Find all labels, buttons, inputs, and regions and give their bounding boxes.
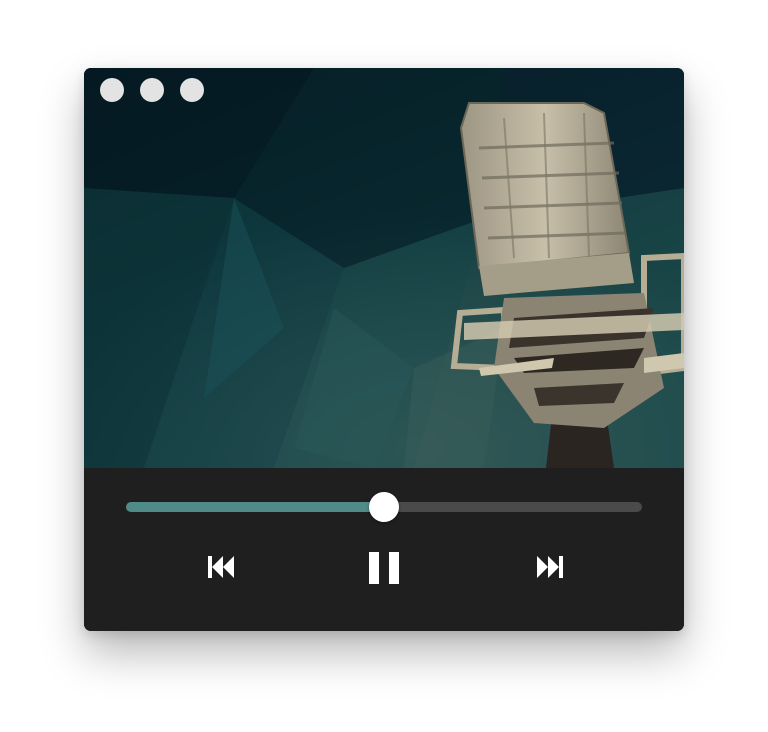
progress-played	[126, 502, 384, 512]
album-artwork	[84, 68, 684, 468]
music-player-window	[84, 68, 684, 631]
progress-thumb[interactable]	[369, 492, 399, 522]
pause-icon	[369, 552, 399, 584]
pause-button[interactable]	[368, 550, 400, 586]
microphone-artwork	[84, 68, 684, 468]
maximize-window-dot[interactable]	[180, 78, 204, 102]
skip-next-icon	[537, 556, 563, 578]
window-controls	[100, 78, 204, 102]
minimize-window-dot[interactable]	[140, 78, 164, 102]
playback-controls	[84, 468, 684, 631]
previous-track-button[interactable]	[206, 554, 236, 580]
skip-previous-icon	[208, 556, 234, 578]
close-window-dot[interactable]	[100, 78, 124, 102]
progress-bar[interactable]	[126, 492, 642, 522]
next-track-button[interactable]	[535, 554, 565, 580]
